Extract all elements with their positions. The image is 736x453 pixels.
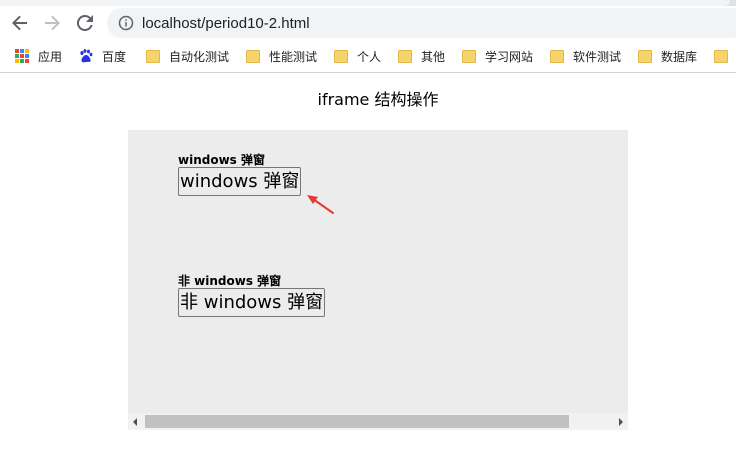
url-text[interactable]: localhost/period10-2.html <box>142 15 310 32</box>
windows-popup-button[interactable]: windows 弹窗 <box>178 167 302 196</box>
arrow-right-icon <box>45 15 60 31</box>
arrow-left-icon <box>12 15 27 31</box>
folder-icon <box>637 48 653 64</box>
bookmark-folder-automation[interactable]: 自动化测试 <box>145 46 229 66</box>
bookmark-folder-learning[interactable]: 学习网站 <box>461 46 533 66</box>
address-bar[interactable]: localhost/period10-2.html <box>107 8 736 38</box>
horizontal-scrollbar[interactable] <box>128 413 628 430</box>
non-windows-popup-button[interactable]: 非 windows 弹窗 <box>178 288 326 317</box>
iframe-frame: windows 弹窗 windows 弹窗 非 windows 弹窗 非 win… <box>128 130 628 430</box>
scrollbar-thumb[interactable] <box>145 415 569 428</box>
annotation-arrow-icon <box>307 195 334 214</box>
folder-icon <box>333 48 349 64</box>
folder-icon <box>461 48 477 64</box>
bookmark-folder-overflow[interactable] <box>713 46 736 66</box>
folder-icon <box>397 48 413 64</box>
info-circle-icon[interactable] <box>118 15 134 31</box>
apps-grid-icon <box>14 48 30 64</box>
forward-button[interactable] <box>39 10 65 36</box>
scroll-right-arrow-icon[interactable] <box>619 418 623 426</box>
bookmark-folder-performance[interactable]: 性能测试 <box>245 46 317 66</box>
back-button[interactable] <box>7 10 33 36</box>
bookmark-label: 数据库 <box>661 49 698 64</box>
folder-icon <box>549 48 565 64</box>
baidu-paw-icon <box>78 48 94 64</box>
bookmark-label: 软件测试 <box>573 49 622 64</box>
folder-icon <box>145 48 161 64</box>
folder-icon <box>245 48 261 64</box>
bookmark-folder-database[interactable]: 数据库 <box>637 46 697 66</box>
bookmark-label: 其他 <box>421 49 446 64</box>
bookmark-folder-other[interactable]: 其他 <box>397 46 445 66</box>
reload-button[interactable] <box>72 10 98 36</box>
bookmark-apps[interactable]: 应用 <box>14 46 62 66</box>
bookmark-label: 性能测试 <box>269 49 318 64</box>
reload-icon <box>77 15 93 31</box>
scroll-left-arrow-icon[interactable] <box>133 418 137 426</box>
bookmark-folder-personal[interactable]: 个人 <box>333 46 381 66</box>
browser-toolbar: localhost/period10-2.html <box>0 6 736 40</box>
bookmark-label: 百度 <box>102 49 127 64</box>
bookmark-label: 应用 <box>38 49 63 64</box>
non-windows-popup-label: 非 windows 弹窗 <box>178 274 282 288</box>
bookmark-baidu[interactable]: 百度 <box>78 46 126 66</box>
bookmark-label: 学习网站 <box>485 49 534 64</box>
bookmark-label: 个人 <box>357 49 382 64</box>
bookmark-label: 自动化测试 <box>169 49 230 64</box>
folder-icon <box>713 48 729 64</box>
bookmarks-bar: 应用 百度 自动化测试 性能测试 个人 其他 学习网站 软件测试 数据库 <box>0 40 736 73</box>
windows-popup-label: windows 弹窗 <box>178 153 265 167</box>
page-title: iframe 结构操作 <box>317 90 439 109</box>
bookmark-folder-software-testing[interactable]: 软件测试 <box>549 46 621 66</box>
